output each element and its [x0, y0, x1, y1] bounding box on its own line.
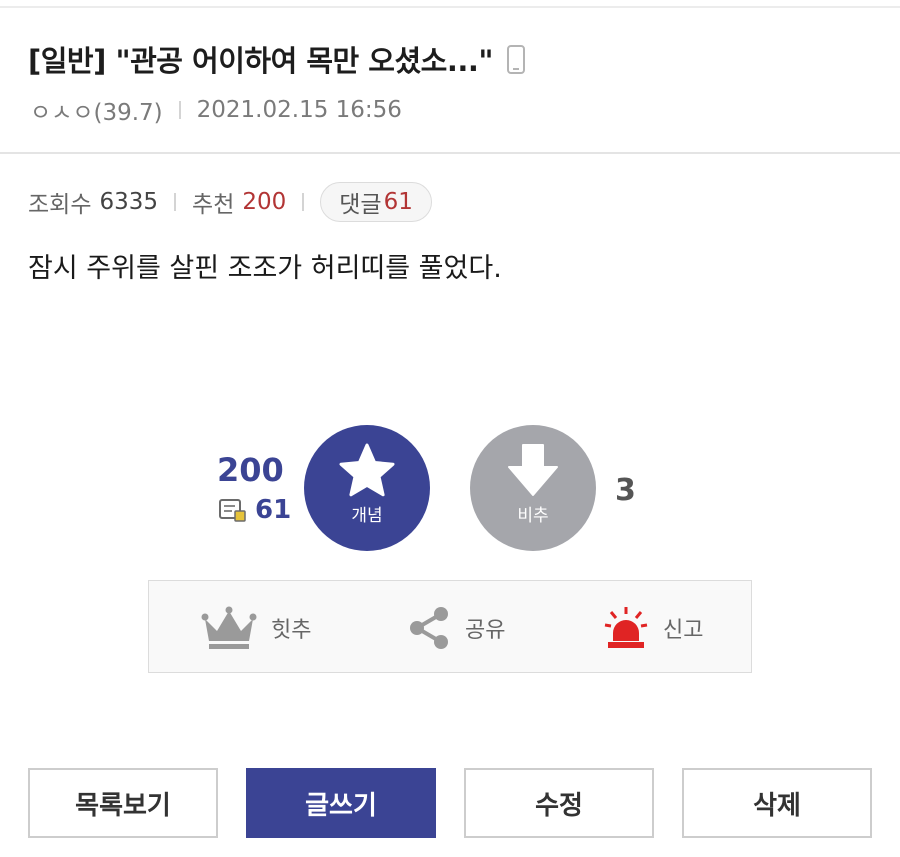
vote-area: 200 61 개념 비추 3 — [0, 423, 900, 553]
comments-count: 61 — [383, 189, 413, 215]
hit-recommend-label: 힛추 — [271, 618, 312, 643]
comments-label: 댓글 — [339, 192, 382, 218]
downvote-total: 3 — [615, 473, 636, 508]
views-label: 조회수 — [28, 192, 92, 218]
recommend-count: 200 — [242, 189, 287, 215]
post-stats: 조회수 6335 추천 200 댓글 61 — [28, 182, 432, 222]
crown-icon — [201, 606, 257, 649]
arrow-down-icon — [508, 444, 558, 496]
write-button[interactable]: 글쓰기 — [246, 768, 436, 838]
divider — [302, 193, 305, 211]
vote-comment-count: 61 — [219, 495, 291, 525]
delete-button[interactable]: 삭제 — [682, 768, 872, 838]
report-label: 신고 — [663, 618, 704, 643]
mobile-phone-icon — [507, 44, 526, 74]
hit-recommend-button[interactable]: 힛추 — [201, 605, 311, 651]
share-label: 공유 — [465, 618, 506, 643]
upvote-total: 200 — [217, 451, 284, 489]
post-title: [일반] "관공 어이하여 목만 오셨소..." — [28, 38, 526, 80]
share-button[interactable]: 공유 — [407, 605, 505, 651]
list-button[interactable]: 목록보기 — [28, 768, 218, 838]
post-title-text: [일반] "관공 어이하여 목만 오셨소..." — [28, 44, 494, 78]
post-content: 잠시 주위를 살핀 조조가 허리띠를 풀었다. — [28, 253, 502, 284]
post-header: [일반] "관공 어이하여 목만 오셨소..." ㅇㅅㅇ(39.7) 2021.… — [0, 8, 900, 154]
divider — [178, 101, 181, 119]
edit-button[interactable]: 수정 — [464, 768, 654, 838]
views-count: 6335 — [99, 189, 159, 215]
comments-pill[interactable]: 댓글 61 — [320, 182, 432, 222]
share-icon — [410, 607, 448, 649]
post-meta: ㅇㅅㅇ(39.7) 2021.02.15 16:56 — [30, 93, 402, 127]
recommend-label: 추천 — [192, 192, 235, 218]
report-button[interactable]: 신고 — [603, 605, 703, 651]
upvote-button[interactable]: 개념 — [304, 425, 430, 551]
divider — [174, 193, 177, 211]
downvote-label: 비추 — [517, 506, 549, 526]
header-divider — [0, 152, 900, 154]
star-icon — [339, 443, 395, 497]
siren-icon — [604, 607, 648, 648]
author-name[interactable]: ㅇㅅㅇ(39.7) — [30, 93, 163, 127]
post-datetime: 2021.02.15 16:56 — [196, 97, 402, 123]
post-actions: 힛추 공유 신고 — [148, 580, 752, 673]
upvote-label: 개념 — [351, 506, 383, 526]
vote-comment-count-value: 61 — [255, 495, 292, 525]
fixed-user-comment-icon — [219, 499, 246, 522]
downvote-button[interactable]: 비추 — [470, 425, 596, 551]
